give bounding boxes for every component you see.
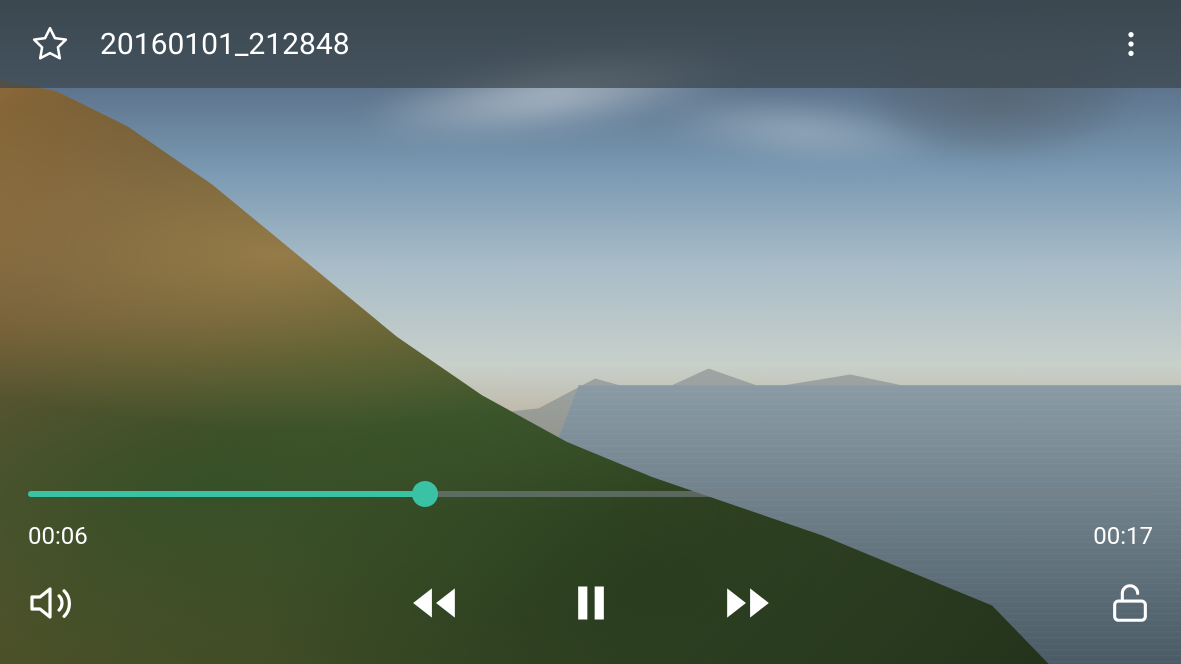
seek-thumb[interactable] [412,481,438,507]
volume-button[interactable] [28,579,76,627]
star-icon [31,25,69,63]
lock-button[interactable] [1107,580,1153,626]
play-pause-button[interactable] [569,581,613,625]
rewind-icon [409,578,459,628]
top-bar: 20160101_212848 [0,0,1181,88]
rewind-button[interactable] [409,578,459,628]
buttons-row [28,578,1153,628]
unlock-icon [1107,580,1153,626]
playback-controls: 00:06 00:17 [0,478,1181,664]
total-duration: 00:17 [1093,522,1153,550]
seek-fill [28,491,425,497]
forward-button[interactable] [723,578,773,628]
fast-forward-icon [723,578,773,628]
video-title: 20160101_212848 [100,27,1109,62]
time-row: 00:06 00:17 [28,522,1153,550]
volume-icon [28,579,76,627]
favorite-button[interactable] [28,22,72,66]
elapsed-time: 00:06 [28,522,88,550]
seek-bar[interactable] [28,478,1153,510]
pause-icon [569,581,613,625]
more-options-button[interactable] [1109,22,1153,66]
more-vertical-icon [1115,28,1147,60]
